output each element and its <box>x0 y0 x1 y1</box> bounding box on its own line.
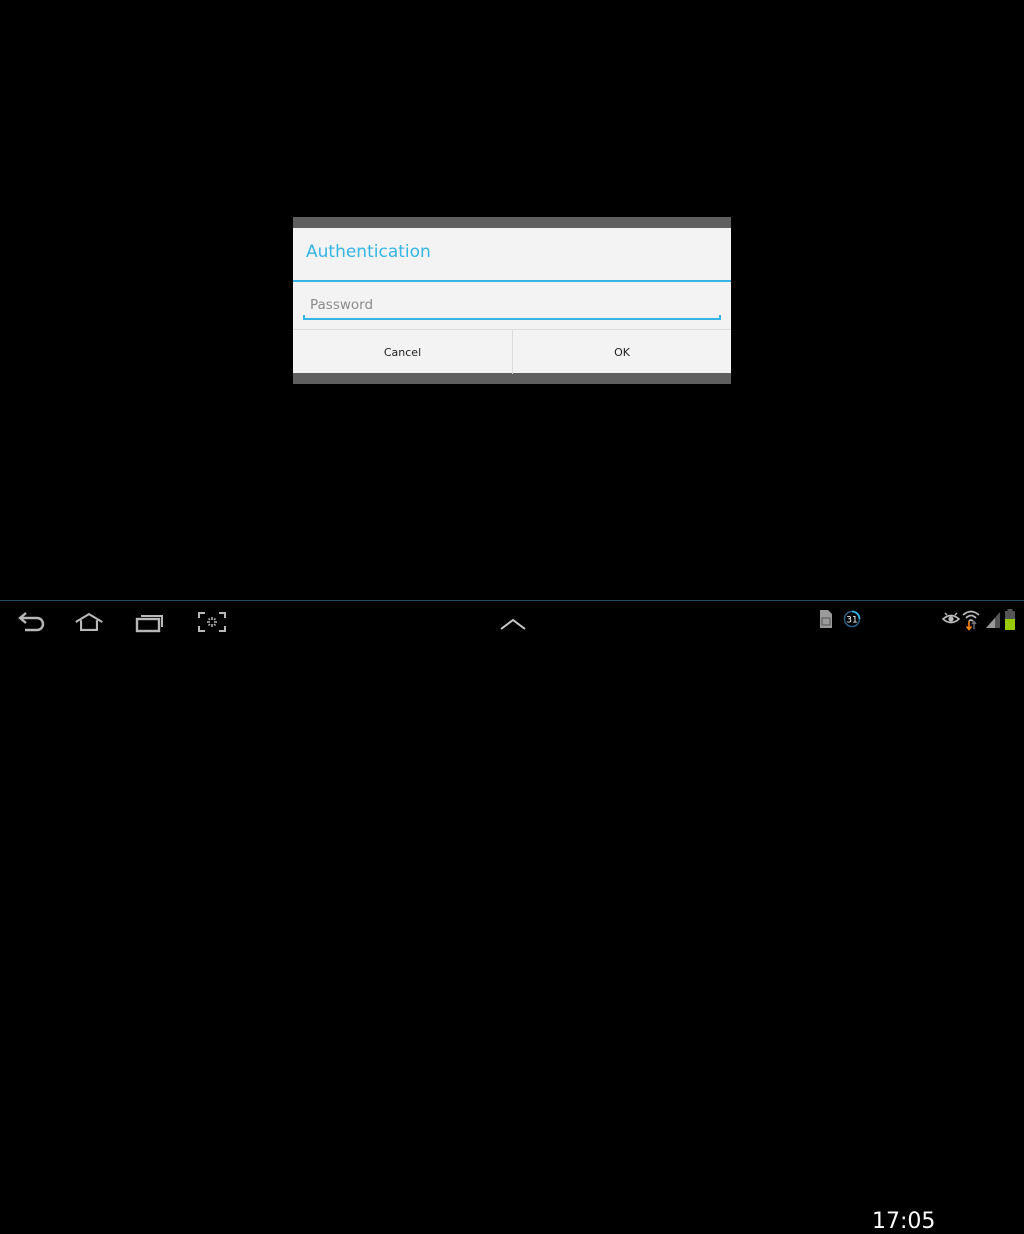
system-bar: 31 17:05 <box>0 600 1024 1234</box>
dialog-title: Authentication <box>306 242 431 262</box>
home-icon[interactable] <box>74 611 104 633</box>
clock[interactable]: 17:05 <box>872 1209 935 1234</box>
dialog-body: Authentication Cancel OK <box>293 228 731 374</box>
calendar-day: 31 <box>846 616 857 626</box>
password-input[interactable] <box>303 294 720 316</box>
password-underline-tick-right <box>719 315 721 320</box>
ok-button[interactable]: OK <box>512 330 731 374</box>
wifi-icon[interactable] <box>962 609 980 631</box>
recent-apps-icon[interactable] <box>135 611 165 633</box>
battery-icon[interactable] <box>1004 609 1016 631</box>
chevron-up-icon[interactable] <box>498 613 528 635</box>
sd-card-icon[interactable] <box>819 609 833 629</box>
authentication-dialog: Authentication Cancel OK <box>293 217 731 384</box>
dialog-button-bar: Cancel OK <box>293 329 731 374</box>
calendar-notification-icon[interactable]: 31 <box>843 609 861 629</box>
signal-icon[interactable] <box>985 609 1001 629</box>
eye-icon[interactable] <box>942 609 960 629</box>
title-divider <box>293 280 731 282</box>
password-underline <box>303 318 721 320</box>
screenshot-icon[interactable] <box>197 611 227 633</box>
cancel-button[interactable]: Cancel <box>293 330 512 374</box>
back-icon[interactable] <box>17 611 47 633</box>
password-field-container <box>303 294 721 320</box>
password-underline-tick-left <box>303 315 305 320</box>
